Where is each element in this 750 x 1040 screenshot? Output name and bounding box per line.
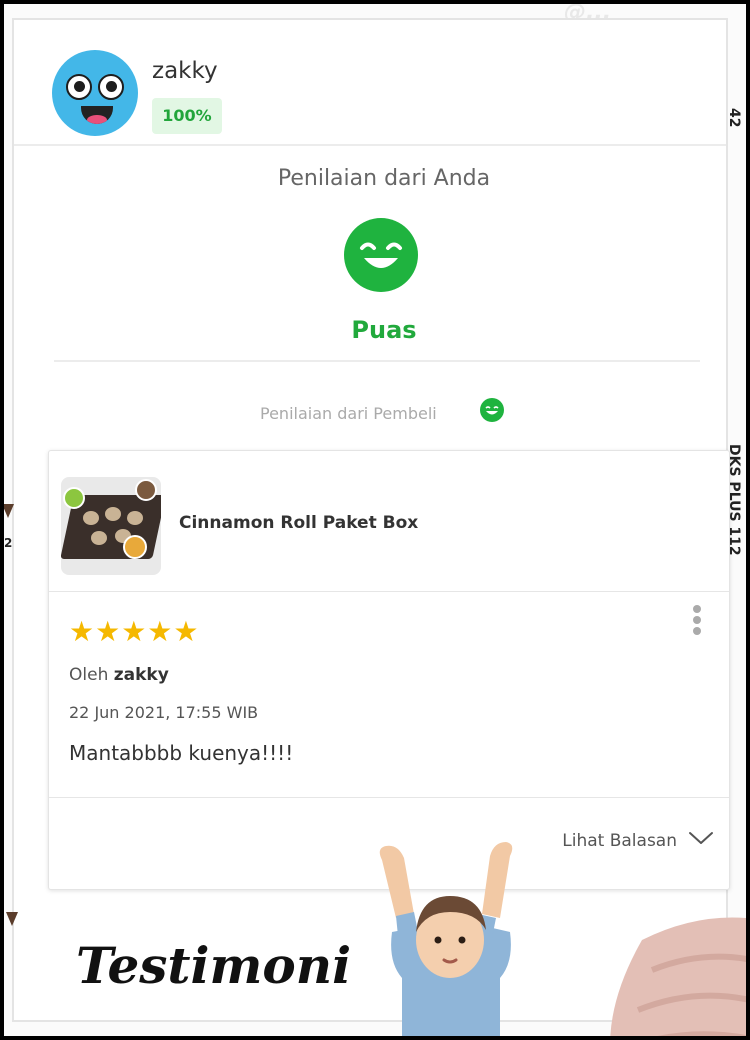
topping-green bbox=[63, 487, 85, 509]
paint-stroke-decoration bbox=[610, 917, 746, 1036]
roll-1 bbox=[83, 511, 99, 525]
review-card: Cinnamon Roll Paket Box ★★★★★ Oleh zakky… bbox=[48, 450, 730, 890]
avatar-mouth bbox=[81, 106, 113, 124]
card-divider-bottom bbox=[49, 797, 729, 798]
more-options-icon[interactable] bbox=[693, 605, 703, 639]
topping-brown bbox=[135, 479, 157, 501]
buyer-rating-label: Penilaian dari Pembeli bbox=[260, 404, 437, 423]
roll-2 bbox=[105, 507, 121, 521]
reviewer-line: Oleh zakky bbox=[69, 665, 169, 685]
product-thumbnail[interactable] bbox=[61, 477, 161, 575]
header-divider bbox=[14, 144, 726, 146]
rating-value: Puas bbox=[351, 316, 417, 344]
card-divider bbox=[49, 591, 729, 592]
product-name[interactable]: Cinnamon Roll Paket Box bbox=[179, 513, 418, 533]
baby-sticker-icon bbox=[379, 842, 513, 1036]
chevron-down-icon[interactable] bbox=[687, 827, 715, 849]
reviewer-prefix: Oleh bbox=[69, 665, 109, 685]
avatar-eye-right bbox=[98, 74, 124, 100]
roll-4 bbox=[91, 531, 107, 545]
small-happy-face-icon bbox=[480, 398, 504, 422]
topping-orange bbox=[123, 535, 147, 559]
rating-divider bbox=[54, 360, 700, 362]
satisfaction-badge: 100% bbox=[152, 98, 222, 134]
side-arrow-marker-bottom bbox=[6, 912, 18, 926]
rating-title: Penilaian dari Anda bbox=[277, 166, 491, 191]
testimoni-overlay-text: Testimoni bbox=[76, 936, 352, 995]
roll-3 bbox=[127, 511, 143, 525]
side-arrow-marker bbox=[4, 504, 14, 518]
user-avatar[interactable] bbox=[52, 50, 138, 136]
view-reply-button[interactable]: Lihat Balasan bbox=[562, 831, 677, 851]
side-label-left: 2 bbox=[4, 536, 13, 550]
happy-face-icon bbox=[344, 218, 418, 292]
username: zakky bbox=[152, 58, 218, 84]
review-text: Mantabbbb kuenya!!!! bbox=[69, 741, 294, 765]
reviewer-name: zakky bbox=[113, 665, 169, 685]
side-label-mid: DKS PLUS 112 bbox=[726, 444, 742, 556]
screenshot-frame: @... zakky 100% Penilaian dari Anda Puas… bbox=[4, 4, 746, 1036]
review-date: 22 Jun 2021, 17:55 WIB bbox=[69, 703, 259, 722]
star-rating: ★★★★★ bbox=[69, 615, 200, 648]
avatar-eye-left bbox=[66, 74, 92, 100]
review-page: zakky 100% Penilaian dari Anda Puas Peni… bbox=[12, 18, 746, 1036]
side-label-top: 42 bbox=[726, 108, 742, 128]
